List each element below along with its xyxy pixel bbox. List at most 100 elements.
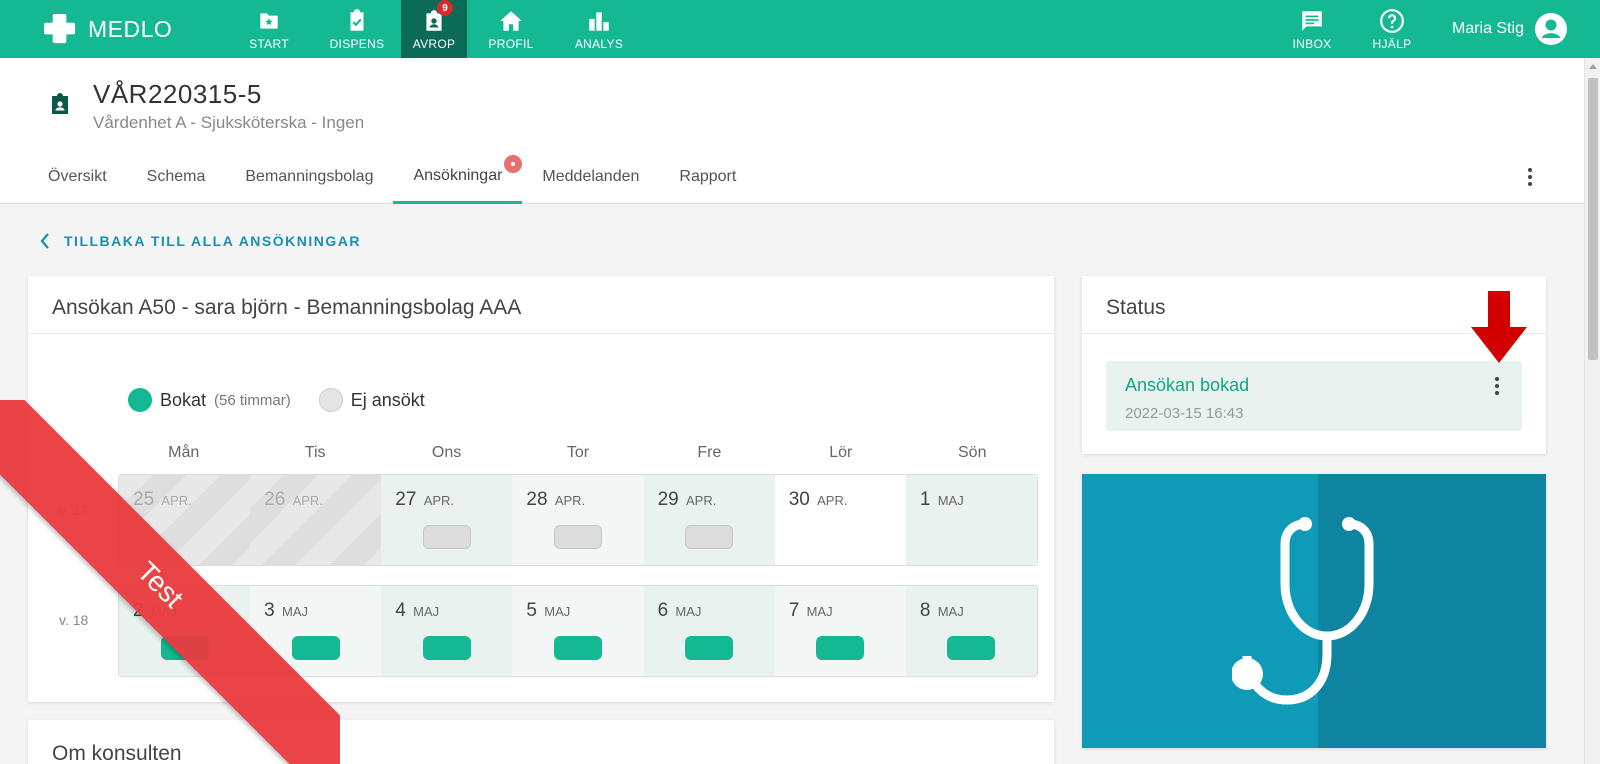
page-subtitle: Vårdenhet A - Sjuksköterska - Ingen — [93, 113, 365, 132]
avatar-icon — [1535, 13, 1567, 45]
calendar-day[interactable]: 29 APR. — [643, 475, 775, 565]
status-more-options-icon[interactable] — [1495, 377, 1499, 398]
calendar-day[interactable]: 30 APR. — [774, 475, 906, 565]
legend-booked-label: Bokat — [160, 389, 207, 410]
application-title: Ansökan A50 - sara björn - Bemanningsbol… — [28, 276, 1054, 334]
calendar-day[interactable]: 28 APR. — [512, 475, 644, 565]
calendar-day[interactable]: 1 MAJ — [905, 475, 1037, 565]
booked-legend-dot — [128, 388, 152, 412]
booked-shift[interactable] — [160, 636, 209, 660]
help-icon — [1380, 8, 1404, 33]
booked-shift[interactable] — [947, 636, 996, 660]
calendar-day[interactable]: 7 MAJ — [774, 586, 906, 676]
bar-chart-icon — [589, 11, 609, 31]
more-options-icon[interactable] — [1528, 168, 1532, 189]
nav-label: DISPENS — [329, 36, 385, 51]
tab-ansokningar[interactable]: Ansökningar — [393, 150, 523, 204]
calendar-day[interactable]: 5 MAJ — [512, 586, 644, 676]
tab-oversikt[interactable]: Översikt — [28, 150, 127, 204]
nav-analys[interactable]: ANALYS — [555, 0, 643, 58]
assignment-badge-icon — [52, 93, 68, 114]
weekday-label: Mån — [168, 444, 200, 461]
scrollbar-thumb[interactable] — [1588, 78, 1598, 360]
booked-shift[interactable] — [291, 636, 340, 660]
scroll-up-arrow-icon[interactable] — [1589, 64, 1597, 69]
nav-start[interactable]: START — [225, 0, 313, 58]
calendar-day: 26 APR. — [250, 475, 382, 565]
weekday-header: Mån Tis Ons Tor Fre Lör Sön — [118, 444, 1038, 462]
user-name: Maria Stig — [1451, 20, 1524, 37]
nav-avrop[interactable]: AVROP 9 — [401, 0, 467, 58]
notification-dot — [504, 155, 523, 173]
nav-help[interactable]: HJÄLP — [1352, 0, 1432, 58]
user-menu[interactable]: Maria Stig — [1432, 0, 1600, 58]
brand[interactable]: MEDLO — [0, 0, 225, 58]
message-icon — [1302, 10, 1322, 31]
nav-label: ANALYS — [574, 36, 624, 51]
nav-dispens[interactable]: DISPENS — [313, 0, 401, 58]
stethoscope-icon — [1232, 517, 1374, 705]
not-applied-shift[interactable] — [685, 525, 734, 549]
nav-label: AVROP — [412, 36, 456, 51]
weekday-label: Sön — [958, 444, 987, 461]
calendar-day[interactable]: 3 MAJ — [250, 586, 382, 676]
nav-profil[interactable]: PROFIL — [467, 0, 555, 58]
legend-not-applied-label: Ej ansökt — [350, 389, 425, 410]
tab-rapport[interactable]: Rapport — [659, 150, 756, 204]
arrow-down-icon — [1471, 291, 1527, 363]
calendar-day[interactable]: 6 MAJ — [643, 586, 775, 676]
not-applied-shift[interactable] — [422, 525, 471, 549]
top-navigation-bar: MEDLO START DISPENS AVROP 9 PROFIL ANALY… — [0, 0, 1600, 58]
tab-label: Ansökningar — [413, 166, 503, 184]
calendar-day[interactable]: 27 APR. — [381, 475, 513, 565]
profession-illustration — [1082, 474, 1546, 748]
tab-bemanningsbolag[interactable]: Bemanningsbolag — [225, 150, 393, 204]
week-row: 25 APR. 26 APR. 27 APR. 28 APR. 29 APR. … — [118, 474, 1038, 566]
calendar-day[interactable]: 4 MAJ — [381, 586, 513, 676]
back-link[interactable]: TILLBAKA TILL ALLA ANSÖKNINGAR — [40, 233, 361, 249]
status-state: Ansökan bokad — [1125, 375, 1250, 395]
weekday-label: Ons — [431, 444, 462, 461]
booked-shift[interactable] — [685, 636, 734, 660]
weekday-label: Lör — [829, 444, 853, 461]
nav-label: PROFIL — [488, 36, 534, 51]
star-folder-icon — [260, 12, 278, 29]
chevron-left-icon — [40, 233, 49, 249]
home-icon — [500, 10, 522, 31]
weekday-label: Tor — [566, 444, 590, 461]
booked-shift[interactable] — [422, 636, 471, 660]
week-label: v. 18 — [59, 612, 89, 628]
brand-name: MEDLO — [88, 15, 173, 42]
legend: Bokat (56 timmar) Ej ansökt — [128, 388, 425, 412]
about-consultant-card: Om konsulten — [28, 720, 1054, 764]
back-link-label: TILLBAKA TILL ALLA ANSÖKNINGAR — [64, 233, 361, 249]
tab-bar: Översikt Schema Bemanningsbolag Ansöknin… — [28, 150, 756, 204]
nav-label: INBOX — [1292, 36, 1332, 51]
legend-booked-hours: (56 timmar) — [214, 391, 291, 409]
calendar-day[interactable]: 2 MAJ — [119, 586, 251, 676]
booked-shift[interactable] — [553, 636, 602, 660]
about-title: Om konsulten — [52, 742, 182, 764]
clipboard-check-icon — [350, 8, 364, 31]
notification-badge: 9 — [437, 0, 453, 16]
tab-schema[interactable]: Schema — [127, 150, 226, 204]
application-card: Ansökan A50 - sara björn - Bemanningsbol… — [28, 276, 1054, 702]
booked-shift[interactable] — [816, 636, 865, 660]
status-date: 2022-03-15 16:43 — [1125, 405, 1244, 422]
tab-meddelanden[interactable]: Meddelanden — [522, 150, 659, 204]
not-applied-shift[interactable] — [553, 525, 602, 549]
week-row: 2 MAJ 3 MAJ 4 MAJ 5 MAJ 6 MAJ 7 MAJ 8 MA… — [118, 585, 1038, 677]
calendar-day: 25 APR. — [119, 475, 251, 565]
calendar-day[interactable]: 8 MAJ — [905, 586, 1037, 676]
nav-inbox[interactable]: INBOX — [1272, 0, 1352, 58]
weekday-label: Fre — [697, 444, 722, 461]
medlo-cross-icon — [44, 13, 76, 44]
nav-label: HJÄLP — [1372, 36, 1412, 51]
not-applied-legend-dot — [318, 388, 343, 412]
scrollbar[interactable] — [1584, 58, 1600, 764]
weekday-label: Tis — [304, 444, 326, 461]
week-label: v. 17 — [59, 502, 89, 518]
page-title: VÅR220315-5 — [93, 79, 262, 109]
nav-label: START — [249, 36, 289, 51]
status-entry: Ansökan bokad 2022-03-15 16:43 — [1106, 361, 1522, 431]
